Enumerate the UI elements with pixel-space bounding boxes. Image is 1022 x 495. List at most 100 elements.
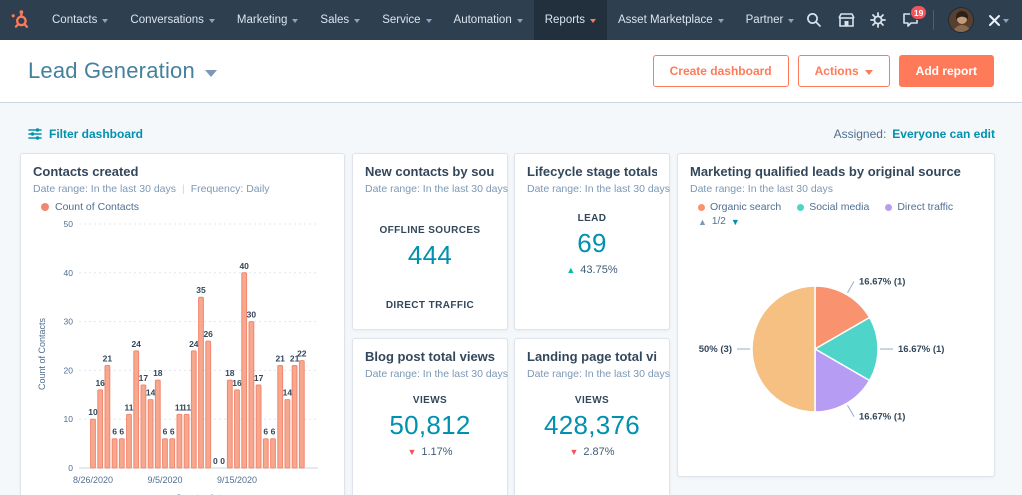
legend-page-down-icon[interactable]: ▼ [731, 217, 740, 227]
pie-legend-item-organic-search[interactable]: Organic search [698, 201, 781, 213]
delta-down-icon: ▼ [569, 447, 578, 457]
nav-item-conversations[interactable]: Conversations [119, 0, 226, 40]
svg-text:18: 18 [225, 368, 235, 378]
delta-down-icon: ▼ [407, 447, 416, 457]
metric-label: OFFLINE SOURCES [379, 225, 480, 236]
svg-text:10: 10 [64, 414, 74, 424]
metric-body: VIEWS 50,812 ▼ 1.17% [365, 395, 495, 458]
card-title[interactable]: Lifecycle stage totals [527, 164, 657, 180]
nav-item-sales[interactable]: Sales [309, 0, 371, 40]
notifications-icon[interactable]: 19 [901, 11, 919, 29]
svg-text:20: 20 [64, 365, 74, 375]
metric-body: VIEWS 428,376 ▼ 2.87% [527, 395, 657, 458]
svg-text:0: 0 [68, 463, 73, 473]
card-title[interactable]: Marketing qualified leads by original so… [690, 164, 982, 180]
date-range-label: Date range: In the last 30 days [33, 183, 176, 195]
user-avatar[interactable] [948, 7, 974, 33]
svg-text:26: 26 [203, 329, 213, 339]
create-dashboard-button[interactable]: Create dashboard [653, 55, 789, 87]
svg-text:6: 6 [263, 427, 268, 437]
assigned-permission-link[interactable]: Everyone can edit [892, 127, 995, 141]
chevron-down-icon [788, 19, 794, 23]
search-icon[interactable] [805, 11, 823, 29]
svg-text:0: 0 [220, 456, 225, 466]
marketplace-icon[interactable] [837, 11, 855, 29]
settings-gear-icon[interactable] [869, 11, 887, 29]
filter-dashboard-label: Filter dashboard [49, 127, 143, 141]
metric-value: 444 [408, 240, 452, 271]
legend-dot [885, 204, 892, 211]
card-title[interactable]: Blog post total views a... [365, 349, 495, 365]
svg-text:30: 30 [64, 317, 74, 327]
hubspot-logo[interactable] [0, 0, 41, 40]
date-range-label: Date range: In the last 30 days [690, 182, 982, 196]
nav-item-contacts[interactable]: Contacts [41, 0, 119, 40]
legend-pager: ▲ 1/2 ▼ [698, 216, 982, 227]
nav-item-partner[interactable]: Partner [735, 0, 806, 40]
assigned-label: Assigned: [834, 127, 887, 141]
date-range-label: Date range: In the last 30 days [365, 182, 495, 196]
chevron-down-icon [209, 19, 215, 23]
nav-item-marketing[interactable]: Marketing [226, 0, 310, 40]
chevron-down-icon [517, 19, 523, 23]
chevron-down-icon [102, 19, 108, 23]
nav-item-service[interactable]: Service [371, 0, 442, 40]
svg-text:35: 35 [196, 285, 206, 295]
metric-delta: ▼ 1.17% [407, 446, 452, 458]
date-range-label: Date range: In the last 30 days [527, 367, 657, 381]
svg-text:21: 21 [275, 354, 285, 364]
svg-text:8/26/2020: 8/26/2020 [73, 475, 113, 485]
svg-text:16: 16 [95, 378, 105, 388]
pie-legend: Organic search Social media Direct traffic [698, 201, 982, 213]
nav-item-automation[interactable]: Automation [443, 0, 534, 40]
chevron-down-icon [865, 70, 873, 75]
pie-legend-item-social-media[interactable]: Social media [797, 201, 869, 213]
svg-text:21: 21 [103, 354, 113, 364]
page-header: Lead Generation Create dashboard Actions… [0, 40, 1022, 103]
svg-text:14: 14 [283, 388, 293, 398]
card-title[interactable]: Contacts created [33, 164, 332, 180]
svg-text:9/5/2020: 9/5/2020 [147, 475, 182, 485]
top-navigation-bar: ContactsConversationsMarketingSalesServi… [0, 0, 1022, 40]
bar-chart-legend[interactable]: Count of Contacts [41, 200, 332, 214]
svg-text:10: 10 [88, 407, 98, 417]
svg-text:6: 6 [119, 427, 124, 437]
secondary-metric-label: DIRECT TRAFFIC [365, 300, 495, 311]
legend-page-up-icon[interactable]: ▲ [698, 217, 707, 227]
filter-sliders-icon [28, 128, 42, 140]
card-lifecycle-stage-totals: Lifecycle stage totals Date range: In th… [514, 153, 670, 330]
card-blog-post-total-views: Blog post total views a... Date range: I… [352, 338, 508, 495]
card-title[interactable]: New contacts by source [365, 164, 495, 180]
filter-dashboard-button[interactable]: Filter dashboard [28, 127, 143, 141]
nav-right-icons: 19 [805, 0, 1022, 40]
chevron-down-icon [292, 19, 298, 23]
add-report-button[interactable]: Add report [899, 55, 994, 87]
chevron-down-icon [354, 19, 360, 23]
actions-dropdown-button[interactable]: Actions [798, 55, 890, 87]
svg-text:16.67% (1): 16.67% (1) [859, 412, 905, 423]
delta-value: 43.75% [580, 264, 617, 276]
metric-label: VIEWS [413, 395, 447, 406]
card-meta: Date range: In the last 30 days|Frequenc… [33, 182, 332, 196]
mql-pie-chart[interactable]: 16.67% (1)16.67% (1)16.67% (1)50% (3) [690, 227, 984, 455]
contacts-created-bar-chart[interactable]: 0102030405010162166112417141866111124352… [33, 214, 334, 495]
card-title[interactable]: Landing page total vie... [527, 349, 657, 365]
svg-text:50% (3): 50% (3) [699, 344, 732, 355]
dashboard-title-selector[interactable]: Lead Generation [28, 58, 217, 84]
frequency-label: Frequency: Daily [191, 183, 270, 195]
nav-item-reports[interactable]: Reports [534, 0, 607, 40]
nav-item-asset-marketplace[interactable]: Asset Marketplace [607, 0, 735, 40]
close-preview-button[interactable] [988, 14, 1009, 27]
assigned-status: Assigned: Everyone can edit [834, 127, 995, 141]
card-landing-page-total-views: Landing page total vie... Date range: In… [514, 338, 670, 495]
pie-legend-item-direct-traffic[interactable]: Direct traffic [885, 201, 953, 213]
metric-value: 50,812 [389, 410, 470, 441]
page-title: Lead Generation [28, 58, 195, 84]
svg-text:40: 40 [239, 261, 249, 271]
legend-dot [698, 204, 705, 211]
card-mql-by-original-source: Marketing qualified leads by original so… [677, 153, 995, 477]
svg-text:14: 14 [146, 388, 156, 398]
svg-text:30: 30 [247, 310, 257, 320]
legend-dot [41, 203, 49, 211]
metric-delta: ▲ 43.75% [566, 264, 617, 276]
